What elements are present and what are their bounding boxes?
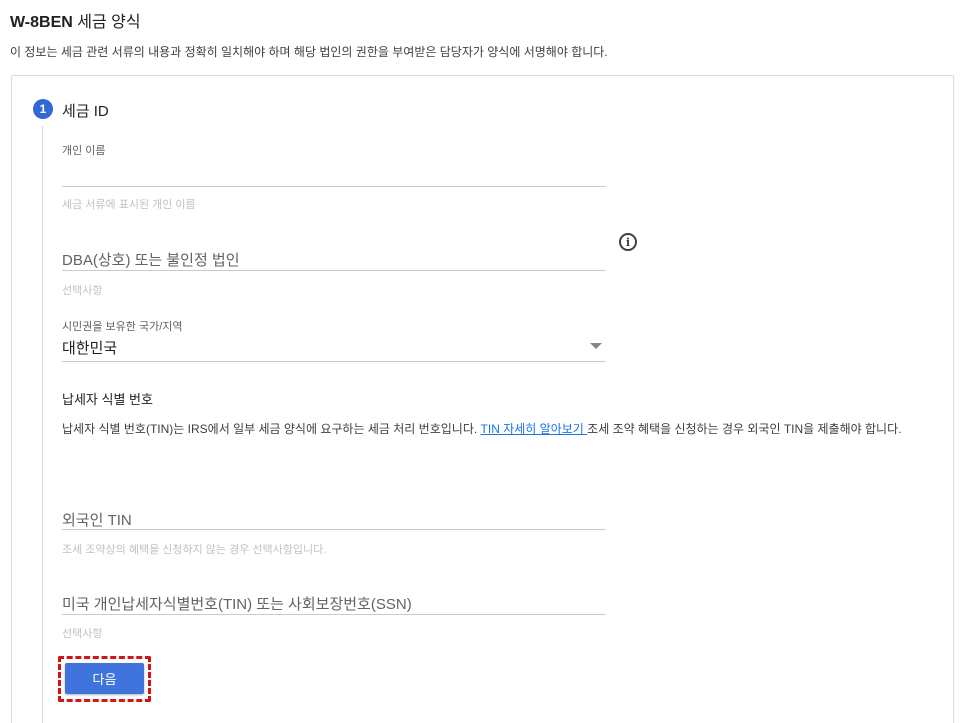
step-title: 세금 ID: [62, 103, 109, 120]
foreign-tin-hint: 조세 조약상의 혜택을 신청하지 않는 경우 선택사항입니다.: [62, 544, 327, 556]
tin-description-text-end: 조세 조약 혜택을 신청하는 경우 외국인 TIN을 제출해야 합니다.: [587, 422, 902, 436]
dba-input[interactable]: DBA(상호) 또는 불인정 법인: [62, 249, 240, 270]
tin-description-text: 납세자 식별 번호(TIN)는 IRS에서 일부 세금 양식에 요구하는 세금 …: [62, 422, 481, 436]
step-connector-line: [42, 126, 43, 723]
form-name: W-8BEN: [10, 14, 73, 31]
dba-hint: 선택사항: [62, 285, 103, 297]
tin-learn-more-link[interactable]: TIN 자세히 알아보기: [481, 422, 588, 436]
foreign-tin-input[interactable]: 외국인 TIN: [62, 509, 132, 530]
page-title: W-8BEN 세금 양식: [10, 8, 141, 32]
next-button[interactable]: 다음: [65, 663, 144, 694]
individual-name-hint: 세금 서류에 표시된 개인 이름: [62, 199, 196, 211]
citizenship-select[interactable]: 대한민국: [62, 337, 117, 358]
citizenship-underline: [62, 361, 606, 362]
info-icon[interactable]: i: [619, 233, 637, 251]
page-subtitle: 이 정보는 세금 관련 서류의 내용과 정확히 일치해야 하며 해당 법인의 권…: [10, 45, 608, 59]
individual-name-label: 개인 이름: [62, 145, 106, 157]
individual-name-underline: [62, 186, 606, 187]
citizenship-label: 시민권을 보유한 국가/지역: [62, 321, 183, 333]
foreign-tin-underline: [62, 529, 606, 530]
form-title-suffix: 세금 양식: [72, 14, 141, 31]
chevron-down-icon[interactable]: [590, 343, 602, 349]
step-number-badge: 1: [33, 99, 53, 119]
tin-section-heading: 납세자 식별 번호: [62, 392, 153, 407]
tin-description: 납세자 식별 번호(TIN)는 IRS에서 일부 세금 양식에 요구하는 세금 …: [62, 420, 937, 439]
us-tin-input[interactable]: 미국 개인납세자식별번호(TIN) 또는 사회보장번호(SSN): [62, 593, 412, 614]
us-tin-hint: 선택사항: [62, 628, 103, 640]
us-tin-underline: [62, 614, 606, 615]
dba-underline: [62, 270, 606, 271]
